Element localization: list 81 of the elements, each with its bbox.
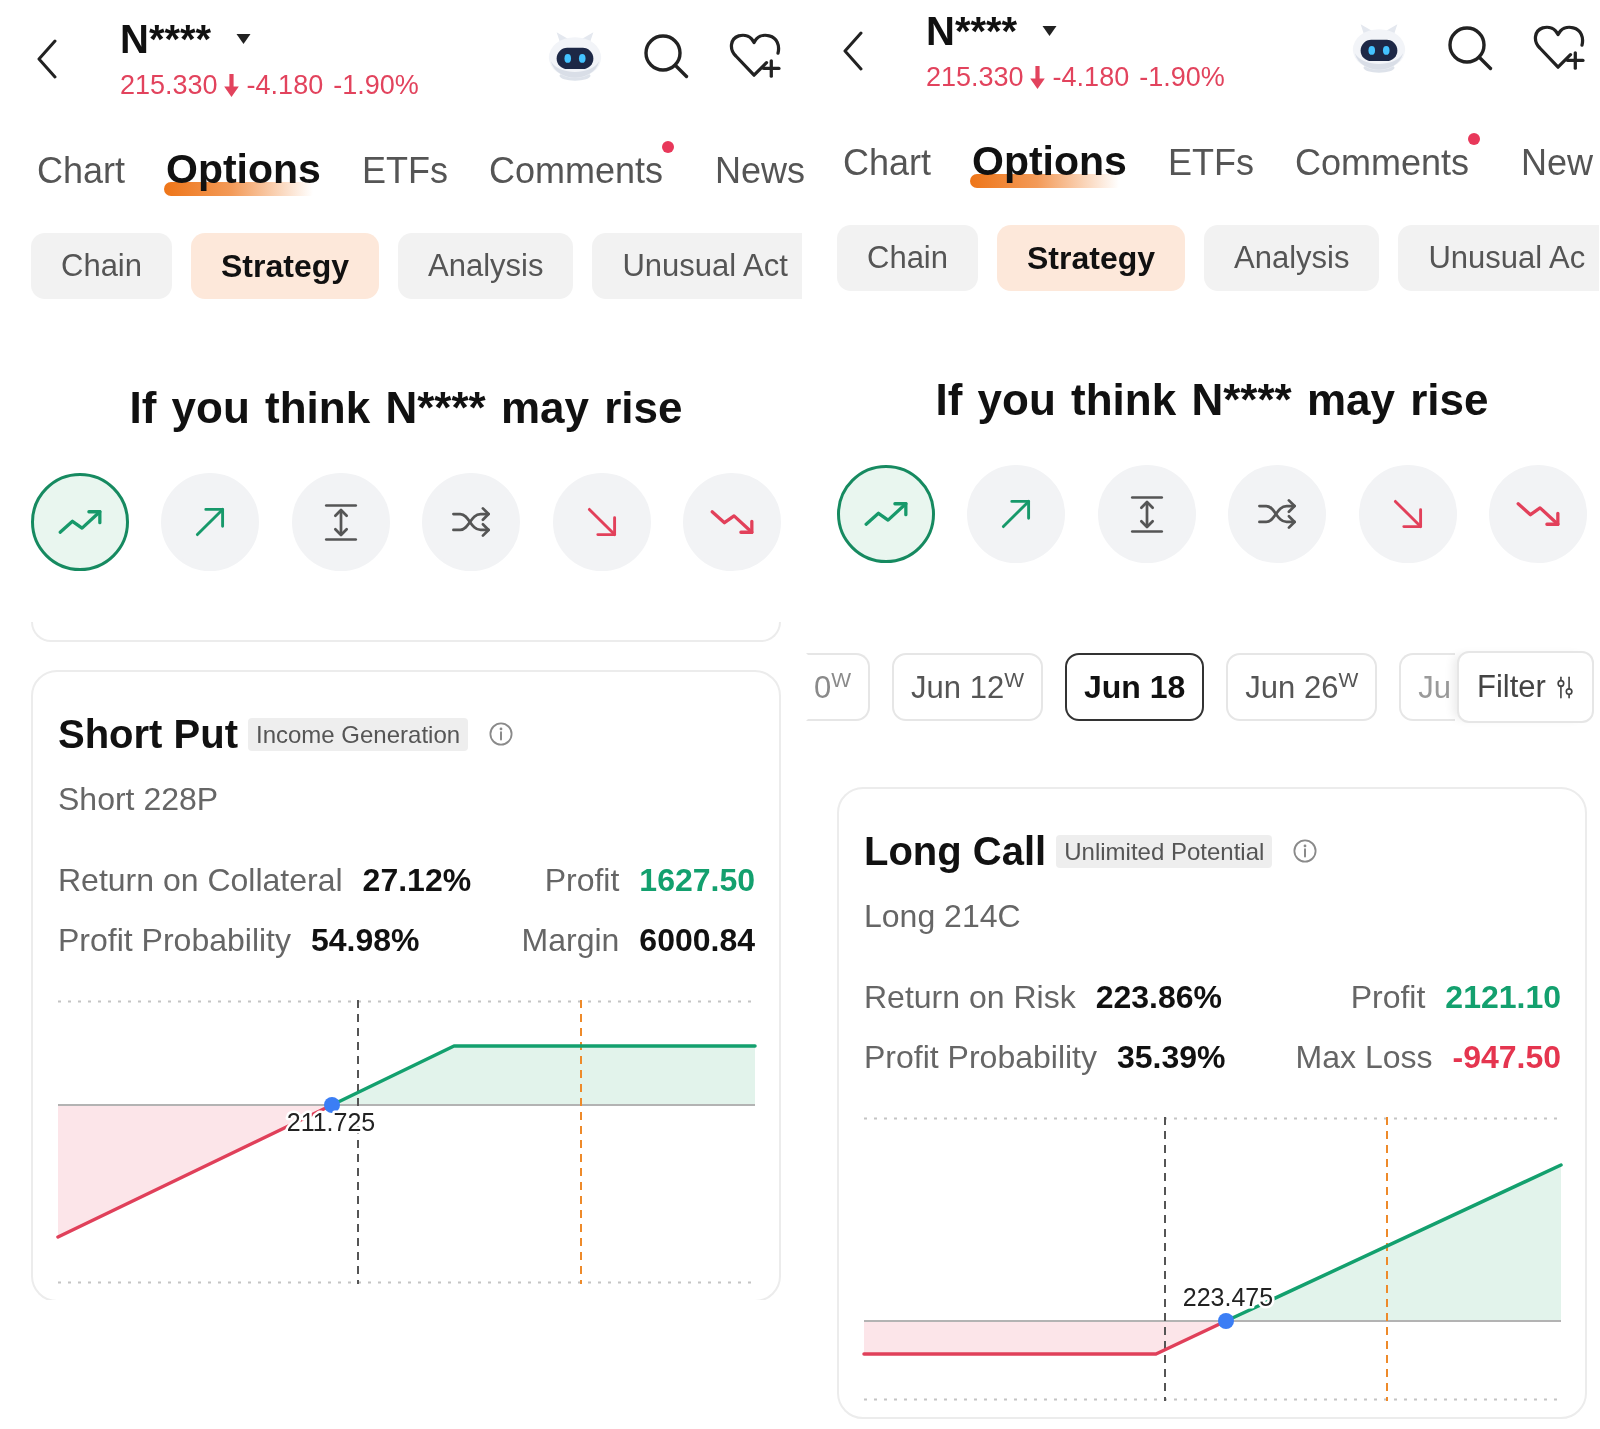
tab[interactable]: Options [972, 139, 1127, 189]
subtab[interactable]: Chain [837, 225, 978, 291]
metric-label: Profit [1350, 978, 1426, 1017]
metric-label: Margin [521, 921, 620, 960]
change-percent-text: -1.90% [333, 69, 419, 102]
change-percent-text: -1.90% [1139, 61, 1225, 94]
down-arrow-icon [1029, 65, 1045, 89]
subtab[interactable]: Strategy [997, 225, 1186, 291]
back-icon[interactable] [36, 39, 58, 79]
range-icon [323, 502, 358, 542]
metric-label: Max Loss [1295, 1038, 1433, 1077]
metric-value: 6000.84 [639, 921, 755, 960]
strategy-tag: Income Generation [248, 717, 469, 751]
heart-plus-icon[interactable] [728, 32, 782, 79]
breakeven-marker-icon [1218, 1313, 1234, 1329]
search-icon[interactable] [1447, 24, 1493, 71]
filter-button[interactable]: Filter [1457, 651, 1594, 723]
heading: If you think N**** may rise [128, 382, 684, 434]
trend-up-icon [863, 501, 909, 527]
trend-down-icon [1514, 501, 1561, 527]
metric-label: Profit Probability [58, 921, 291, 960]
arrow-down-right-icon [586, 507, 617, 537]
subtab[interactable]: Analysis [398, 233, 574, 299]
shuffle-icon [451, 505, 492, 539]
symbol-selector[interactable]: N**** [120, 16, 419, 60]
change-text: -4.180 [246, 69, 324, 102]
tab[interactable]: Chart [37, 149, 126, 199]
subtab[interactable]: Unusual Act [592, 233, 802, 299]
tab[interactable]: Chart [843, 141, 932, 191]
subtab[interactable]: Chain [31, 233, 172, 299]
tab[interactable]: Comments [1294, 141, 1469, 191]
info-icon[interactable] [1293, 839, 1318, 863]
trend-up-icon [57, 509, 103, 535]
symbol-selector[interactable]: N**** [926, 8, 1225, 52]
heading: If you think N**** may rise [934, 374, 1490, 426]
heart-plus-icon[interactable] [1532, 24, 1586, 71]
change-text: -4.180 [1052, 61, 1130, 94]
caret-icon [236, 34, 252, 44]
metric-label: Profit [544, 861, 620, 900]
price-text: 215.330 [120, 69, 218, 102]
date-chip[interactable]: Jun 12$^{W}$ [892, 653, 1043, 721]
metric-value: 2121.10 [1445, 978, 1561, 1017]
breakeven-label: 223.475 [1182, 1283, 1274, 1311]
strategy-title: Short Put [58, 711, 238, 758]
metric-label: Return on Risk [864, 978, 1076, 1017]
subtab[interactable]: Unusual Ac [1398, 225, 1600, 291]
arrow-up-right-icon [195, 507, 226, 537]
trend-down-icon [708, 509, 755, 535]
date-chip[interactable]: Jun 18 [1065, 653, 1205, 721]
strategy-tag: Unlimited Potential [1056, 834, 1273, 868]
info-icon[interactable] [489, 722, 514, 746]
sliders-icon [1555, 675, 1574, 699]
tab[interactable]: News [714, 149, 805, 199]
metric-value: 223.86% [1095, 978, 1222, 1017]
arrow-up-right-icon [1001, 499, 1032, 529]
tab[interactable]: ETFs [1167, 141, 1254, 191]
down-arrow-icon [223, 73, 239, 97]
caret-icon [1042, 26, 1058, 36]
metric-label: Profit Probability [864, 1038, 1097, 1077]
metric-value: 54.98% [311, 921, 420, 960]
metric-value: 35.39% [1117, 1038, 1226, 1077]
back-icon[interactable] [842, 31, 864, 71]
tab[interactable]: ETFs [361, 149, 448, 199]
metric-label: Return on Collateral [58, 861, 343, 900]
tab[interactable]: New [1520, 141, 1593, 191]
arrow-down-right-icon [1392, 499, 1423, 529]
date-chip[interactable]: Jun 26$^{W}$ [1226, 653, 1378, 721]
search-icon[interactable] [643, 32, 689, 79]
metric-value: 1627.50 [639, 861, 755, 900]
range-icon [1129, 494, 1164, 534]
legs-text: Short 228P [58, 780, 220, 819]
strategy-title: Long Call [864, 828, 1047, 875]
shuffle-icon [1257, 497, 1298, 531]
price-text: 215.330 [926, 61, 1024, 94]
tab[interactable]: Options [166, 147, 321, 197]
tab[interactable]: Comments [488, 149, 663, 199]
legs-text: Long 214C [864, 897, 1022, 936]
metric-value: 27.12% [362, 861, 472, 900]
metric-value: -947.50 [1452, 1038, 1561, 1077]
subtab[interactable]: Analysis [1204, 225, 1380, 291]
subtab[interactable]: Strategy [191, 233, 380, 299]
